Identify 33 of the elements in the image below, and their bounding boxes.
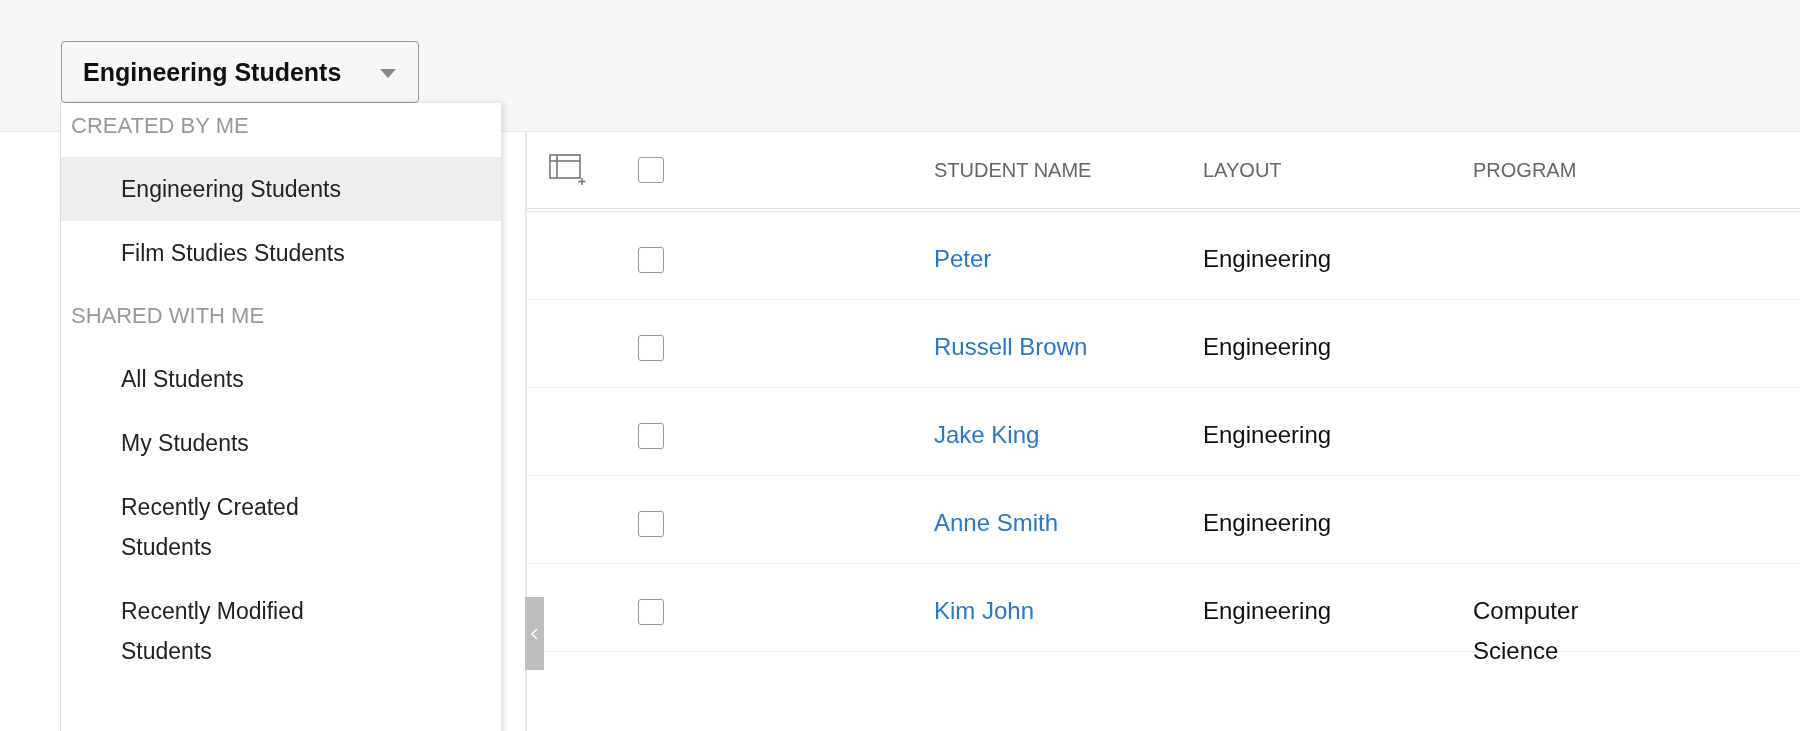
section-heading: CREATED BY ME [70, 112, 250, 140]
select-all-checkbox[interactable] [638, 157, 664, 183]
row-checkbox[interactable] [638, 423, 664, 449]
column-header: STUDENT NAME [934, 158, 1093, 182]
student-name-link[interactable]: Peter [934, 245, 992, 272]
collapse-handle[interactable] [525, 597, 544, 670]
layout-cell: Engineering [1203, 421, 1332, 448]
layout-cell: Engineering [1203, 597, 1332, 624]
menu-item[interactable]: Engineering Students [61, 157, 501, 221]
column-header: PROGRAM [1473, 158, 1578, 182]
layout-cell: Engineering [1203, 333, 1332, 360]
menu-item[interactable]: Recently Created Students [61, 475, 361, 579]
chevron-left-icon [531, 627, 538, 640]
section-heading: SHARED WITH ME [70, 302, 266, 330]
student-name-link[interactable]: Anne Smith [934, 509, 1059, 536]
row-checkbox[interactable] [638, 511, 664, 537]
column-header: LAYOUT [1203, 158, 1283, 182]
menu-item[interactable]: Recently Modified Students [61, 579, 361, 683]
row-checkbox[interactable] [638, 599, 664, 625]
menu-item[interactable]: Film Studies Students [61, 221, 361, 285]
program-cell-text: Computer Science [1473, 596, 1580, 666]
menu-item[interactable]: All Students [61, 347, 361, 411]
layout-cell: Engineering [1203, 509, 1332, 536]
layout-cell: Engineering [1203, 245, 1332, 272]
caret-icon [380, 69, 396, 78]
student-name-link[interactable]: Russell Brown [934, 333, 1088, 360]
add-column-icon[interactable] [549, 154, 587, 186]
menu-item[interactable]: My Students [61, 411, 361, 475]
row-checkbox[interactable] [638, 335, 664, 361]
row-checkbox[interactable] [638, 247, 664, 273]
student-name-link[interactable]: Jake King [934, 421, 1040, 448]
view-selector-dropdown[interactable]: Engineering Students [61, 41, 419, 103]
student-name-link[interactable]: Kim John [934, 597, 1035, 624]
